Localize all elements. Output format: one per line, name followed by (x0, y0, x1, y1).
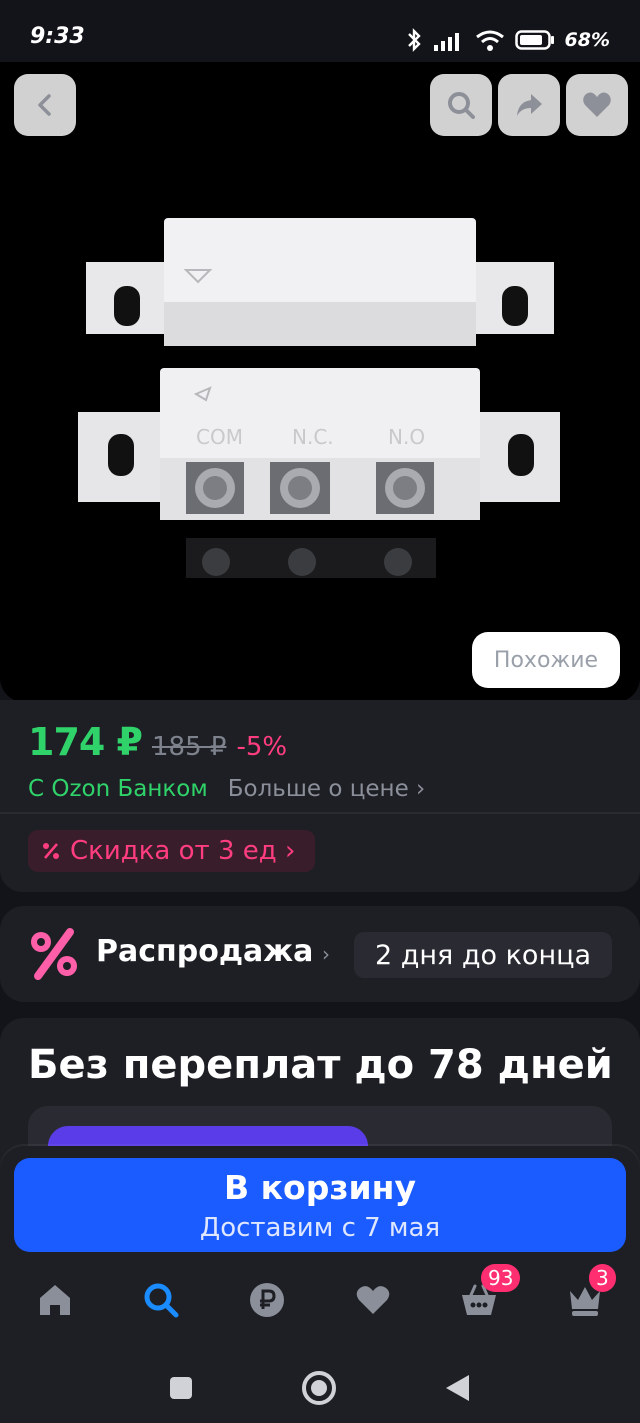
cart-count-badge: 93 (481, 1264, 521, 1292)
tab-profile[interactable]: 3 (563, 1264, 616, 1322)
circle-icon (302, 1371, 336, 1405)
search-icon (448, 92, 475, 119)
product-image-gallery[interactable]: COM N.C. N.O Похожие (0, 62, 640, 702)
nav-recents-button[interactable] (159, 1366, 203, 1410)
price-row: 174 ₽ 185 ₽ -5% (28, 720, 287, 764)
share-button[interactable] (498, 74, 560, 136)
current-price: 174 ₽ (28, 720, 143, 764)
add-to-cart-button[interactable]: В корзину Доставим с 7 мая (14, 1158, 626, 1252)
tab-cart[interactable]: 93 (457, 1264, 521, 1322)
home-icon (40, 1285, 70, 1315)
delivery-date: Доставим с 7 мая (199, 1212, 441, 1243)
svg-text:N.C.: N.C. (292, 425, 334, 449)
heart-icon (583, 92, 611, 117)
quantity-discount-label: Скидка от 3 ед › (70, 836, 296, 866)
nav-home-button[interactable] (297, 1366, 341, 1410)
nav-back-button[interactable] (435, 1366, 479, 1410)
bluetooth-icon (407, 28, 421, 52)
status-icons: 68% (405, 26, 610, 54)
ruble-icon (250, 1283, 284, 1317)
triangle-back-icon (446, 1375, 469, 1401)
signal-icon (433, 33, 459, 51)
sale-card[interactable]: Распродажа › 2 дня до конца (0, 906, 640, 1002)
similar-button[interactable]: Похожие (472, 632, 620, 688)
system-nav-bar (0, 1356, 640, 1416)
percent-icon (43, 843, 59, 859)
sale-countdown: 2 дня до конца (354, 932, 612, 978)
battery-percent: 68% (564, 29, 610, 51)
sale-title: Распродажа (96, 934, 314, 969)
price-card: 174 ₽ 185 ₽ -5% С Ozon Банком Больше о ц… (0, 700, 640, 892)
profile-count-badge: 3 (589, 1264, 616, 1292)
tab-finance[interactable] (245, 1278, 289, 1322)
chevron-right-icon: › (322, 942, 330, 966)
add-to-cart-label: В корзину (224, 1167, 416, 1207)
product-photo: COM N.C. N.O (78, 218, 560, 578)
back-button[interactable] (14, 74, 76, 136)
search-icon (144, 1283, 179, 1318)
bottom-panel: В корзину Доставим с 7 мая 93 3 (0, 1146, 640, 1423)
share-icon (517, 94, 542, 116)
chevron-left-icon (38, 94, 51, 116)
quantity-discount-chip[interactable]: Скидка от 3 ед › (28, 830, 316, 872)
heart-icon (356, 1286, 390, 1314)
svg-text:COM: COM (196, 425, 243, 449)
favorite-button[interactable] (566, 74, 628, 136)
installment-title: Без переплат до 78 дней (28, 1042, 613, 1088)
discount-percent: -5% (236, 732, 288, 762)
bank-row: С Ozon Банком Больше о цене › (28, 776, 425, 802)
tab-search[interactable] (139, 1278, 183, 1322)
wifi-icon (475, 30, 504, 51)
search-button[interactable] (430, 74, 492, 136)
svg-text:N.O: N.O (388, 425, 425, 449)
old-price: 185 ₽ (152, 732, 227, 762)
tab-favorites[interactable] (351, 1278, 395, 1322)
tab-bar: 93 3 (0, 1264, 640, 1330)
ozon-bank-label: С Ozon Банком (28, 776, 208, 802)
divider (0, 812, 640, 814)
tab-home[interactable] (33, 1278, 77, 1322)
sale-percent-icon (31, 928, 77, 980)
status-time: 9:33 (30, 24, 85, 49)
battery-icon (514, 30, 554, 50)
square-icon (170, 1377, 192, 1399)
more-about-price-link[interactable]: Больше о цене › (228, 776, 426, 802)
